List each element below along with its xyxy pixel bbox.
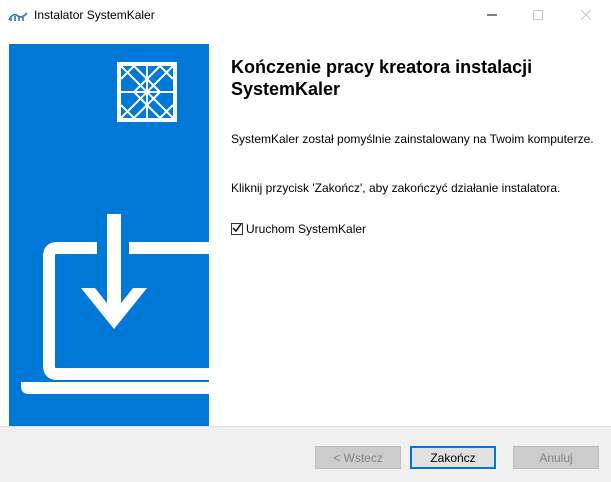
title-bar[interactable]: Instalator SystemKaler (0, 0, 611, 31)
launch-app-checkbox[interactable] (231, 223, 243, 235)
instruction-message: Kliknij przycisk 'Zakończ', aby zakończy… (231, 181, 561, 195)
maximize-icon (533, 7, 543, 25)
window-title: Instalator SystemKaler (34, 8, 155, 22)
systemkaler-pattern-logo-icon (117, 62, 177, 122)
back-button[interactable]: < Wstecz (315, 446, 401, 469)
systemkaler-logo-icon (8, 9, 28, 21)
page-heading: Kończenie pracy kreatora instalacji Syst… (231, 57, 533, 99)
maximize-button[interactable] (515, 0, 561, 31)
minimize-button[interactable] (469, 0, 515, 31)
installer-window: Instalator SystemKaler Kończenie pracy k… (0, 0, 611, 482)
launch-app-checkbox-label: Uruchom SystemKaler (246, 222, 367, 236)
finish-button[interactable]: Zakończ (410, 446, 496, 469)
minimize-icon (487, 7, 497, 25)
laptop-download-icon (21, 214, 209, 394)
success-message: SystemKaler został pomyślnie zainstalowa… (231, 132, 594, 146)
wizard-banner (9, 44, 209, 426)
close-button[interactable] (563, 0, 609, 31)
checkmark-icon (232, 222, 242, 236)
close-icon (580, 7, 592, 25)
launch-app-checkbox-row[interactable]: Uruchom SystemKaler (231, 222, 366, 236)
cancel-button[interactable]: Anuluj (513, 446, 599, 469)
